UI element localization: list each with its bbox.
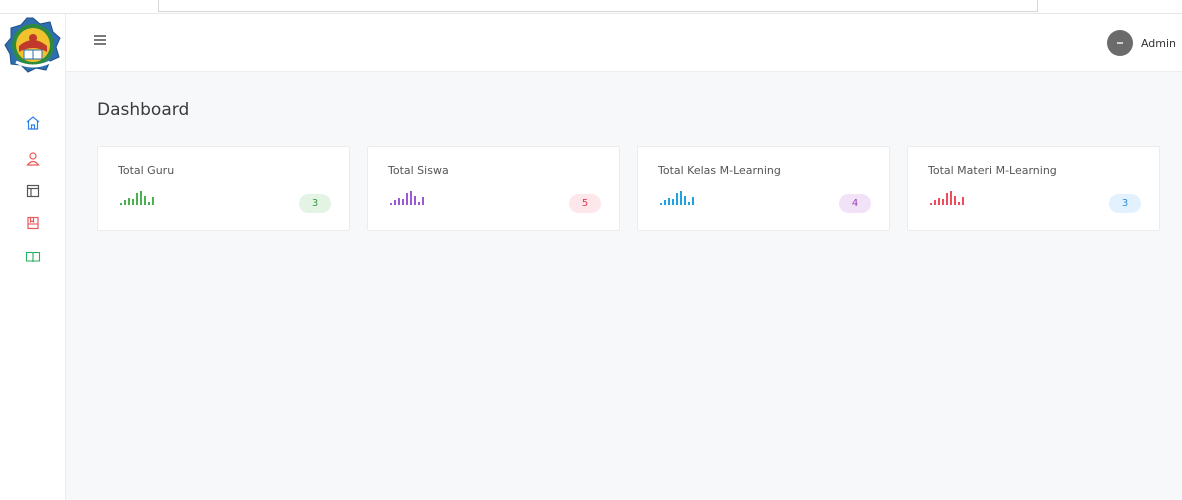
sparkline-bar xyxy=(938,198,940,205)
sparkline-bar xyxy=(406,193,408,205)
sidebar-item-home[interactable] xyxy=(22,112,44,134)
sparkline-bar xyxy=(148,202,150,205)
sparkline-bar xyxy=(418,202,420,205)
stat-card-total-materi: Total Materi M-Learning 3 xyxy=(907,146,1160,231)
sparkline-icon xyxy=(660,191,694,205)
sparkline-bar xyxy=(152,197,154,205)
sparkline-bar xyxy=(390,203,392,205)
user-menu[interactable]: Admin xyxy=(1106,29,1176,57)
card-title: Total Siswa xyxy=(388,164,449,177)
address-bar[interactable] xyxy=(158,0,1038,12)
sparkline-bar xyxy=(410,191,412,205)
sidebar-item-classes[interactable] xyxy=(22,180,44,202)
count-badge: 3 xyxy=(299,194,331,213)
page-title: Dashboard xyxy=(97,100,190,120)
sidebar-item-materials[interactable] xyxy=(22,212,44,234)
sparkline-bar xyxy=(422,197,424,205)
sparkline-bar xyxy=(120,203,122,205)
sparkline-bar xyxy=(958,202,960,205)
user-name: Admin xyxy=(1140,36,1176,50)
sparkline-bar xyxy=(414,196,416,205)
sparkline-bar xyxy=(946,193,948,205)
sparkline-bar xyxy=(934,200,936,205)
sparkline-bar xyxy=(140,191,142,205)
sparkline-bar xyxy=(398,198,400,205)
card-title: Total Guru xyxy=(118,164,175,177)
sparkline-icon xyxy=(120,191,154,205)
sparkline-bar xyxy=(672,199,674,205)
sparkline-bar xyxy=(660,203,662,205)
sparkline-icon xyxy=(930,191,964,205)
sparkline-bar xyxy=(962,197,964,205)
card-title: Total Materi M-Learning xyxy=(928,164,1057,177)
count-badge: 3 xyxy=(1109,194,1141,213)
sparkline-bar xyxy=(688,202,690,205)
browser-strip xyxy=(0,0,1182,14)
book-icon xyxy=(27,216,39,230)
top-header: Admin xyxy=(66,14,1182,72)
count-badge: 4 xyxy=(839,194,871,213)
sparkline-bar xyxy=(664,200,666,205)
sparkline-bar xyxy=(402,199,404,205)
card-title: Total Kelas M-Learning xyxy=(658,164,781,177)
count-badge: 5 xyxy=(569,194,601,213)
sparkline-bar xyxy=(394,200,396,205)
stat-card-total-kelas: Total Kelas M-Learning 4 xyxy=(637,146,890,231)
sparkline-bar xyxy=(954,196,956,205)
home-icon xyxy=(26,116,40,130)
sparkline-bar xyxy=(676,193,678,205)
stat-card-total-guru: Total Guru 3 xyxy=(97,146,350,231)
school-logo[interactable] xyxy=(4,16,62,74)
sidebar-item-learning[interactable] xyxy=(22,246,44,268)
sparkline-bar xyxy=(668,198,670,205)
menu-toggle-button[interactable] xyxy=(92,32,110,48)
avatar[interactable] xyxy=(1106,30,1133,56)
sparkline-bar xyxy=(684,196,686,205)
sparkline-bar xyxy=(680,191,682,205)
layout-icon xyxy=(26,184,40,198)
stat-card-total-siswa: Total Siswa 5 xyxy=(367,146,620,231)
sparkline-bar xyxy=(692,197,694,205)
sidebar-item-users[interactable] xyxy=(22,148,44,170)
sparkline-bar xyxy=(128,198,130,205)
open-book-icon xyxy=(25,251,41,263)
sparkline-bar xyxy=(942,199,944,205)
sparkline-bar xyxy=(950,191,952,205)
sparkline-bar xyxy=(930,203,932,205)
sidebar xyxy=(0,14,66,500)
sparkline-bar xyxy=(124,200,126,205)
sparkline-icon xyxy=(390,191,424,205)
sparkline-bar xyxy=(136,193,138,205)
sparkline-bar xyxy=(144,196,146,205)
user-icon xyxy=(26,152,40,166)
sparkline-bar xyxy=(132,199,134,205)
